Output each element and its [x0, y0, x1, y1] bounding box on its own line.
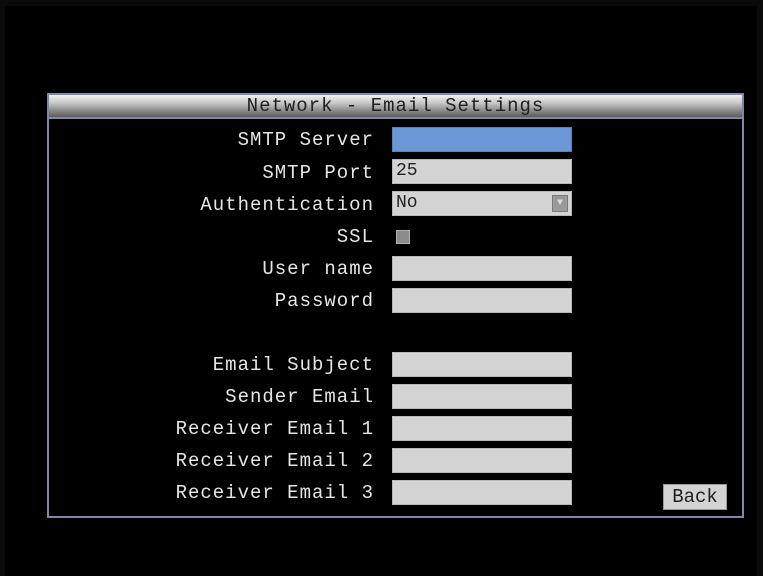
chevron-down-icon[interactable]: ▼ [552, 195, 568, 212]
email-subject-label: Email Subject [212, 354, 374, 376]
smtp-server-field[interactable] [392, 127, 572, 152]
ssl-label: SSL [336, 226, 374, 248]
email-settings-panel: Network - Email Settings SMTP Server SMT… [47, 93, 744, 518]
back-button[interactable]: Back [663, 484, 727, 510]
password-label: Password [274, 290, 374, 312]
smtp-port-field[interactable]: 25 [392, 159, 572, 184]
user-name-field[interactable] [392, 256, 572, 281]
osd-screen: Network - Email Settings SMTP Server SMT… [5, 6, 757, 576]
authentication-label: Authentication [200, 194, 374, 216]
password-field[interactable] [392, 288, 572, 313]
smtp-server-label: SMTP Server [237, 129, 374, 151]
smtp-port-label: SMTP Port [262, 162, 374, 184]
authentication-dropdown[interactable]: No ▼ [392, 191, 572, 216]
authentication-value: No [396, 193, 418, 213]
sender-email-label: Sender Email [225, 386, 374, 408]
receiver-email-1-label: Receiver Email 1 [175, 418, 374, 440]
ssl-checkbox[interactable] [396, 230, 410, 244]
receiver-email-2-label: Receiver Email 2 [175, 450, 374, 472]
receiver-email-3-label: Receiver Email 3 [175, 482, 374, 504]
sender-email-field[interactable] [392, 384, 572, 409]
panel-title: Network - Email Settings [49, 95, 742, 119]
receiver-email-2-field[interactable] [392, 448, 572, 473]
email-subject-field[interactable] [392, 352, 572, 377]
user-name-label: User name [262, 258, 374, 280]
receiver-email-1-field[interactable] [392, 416, 572, 441]
receiver-email-3-field[interactable] [392, 480, 572, 505]
